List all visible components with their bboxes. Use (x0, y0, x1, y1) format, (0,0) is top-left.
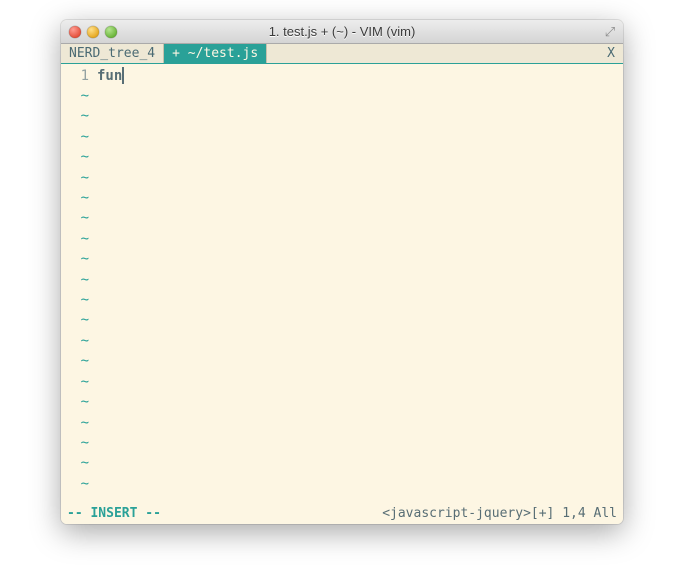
tilde-line: ~ (61, 147, 89, 167)
status-bar: -- INSERT -- <javascript-jquery>[+] 1,4 … (61, 504, 623, 524)
tilde-line: ~ (61, 453, 89, 473)
tilde-line: ~ (61, 188, 89, 208)
tab-nerdtree[interactable]: NERD_tree_4 (61, 44, 164, 63)
tilde-line: ~ (61, 351, 89, 371)
tilde-line: ~ (61, 310, 89, 330)
tilde-line: ~ (61, 127, 89, 147)
zoom-icon[interactable] (105, 26, 117, 38)
code-text: fun (97, 68, 122, 84)
tab-spacer (267, 44, 599, 63)
tab-close-button[interactable]: X (599, 44, 623, 63)
close-icon[interactable] (69, 26, 81, 38)
fullscreen-icon[interactable]: ⤢ (603, 25, 617, 39)
status-right: <javascript-jquery>[+] 1,4 All (382, 504, 617, 524)
minimize-icon[interactable] (87, 26, 99, 38)
tilde-line: ~ (61, 372, 89, 392)
tilde-line: ~ (61, 392, 89, 412)
editor-area[interactable]: 1 ~ ~ ~ ~ ~ ~ ~ ~ ~ ~ ~ ~ ~ ~ ~ ~ ~ ~ ~ … (61, 64, 623, 504)
tilde-line: ~ (61, 413, 89, 433)
editor-lines[interactable]: fun (95, 64, 623, 504)
tilde-line: ~ (61, 208, 89, 228)
tilde-line: ~ (61, 249, 89, 269)
tilde-line: ~ (61, 474, 89, 494)
tilde-line: ~ (61, 433, 89, 453)
cursor-icon (122, 67, 124, 84)
line-number: 1 (61, 66, 89, 86)
line-gutter: 1 ~ ~ ~ ~ ~ ~ ~ ~ ~ ~ ~ ~ ~ ~ ~ ~ ~ ~ ~ … (61, 64, 95, 504)
tab-testjs[interactable]: + ~/test.js (164, 44, 267, 63)
traffic-lights (69, 26, 117, 38)
tilde-line: ~ (61, 331, 89, 351)
window-title: 1. test.js + (~) - VIM (vim) (69, 24, 615, 39)
tilde-line: ~ (61, 270, 89, 290)
code-line-1[interactable]: fun (97, 66, 623, 86)
titlebar[interactable]: 1. test.js + (~) - VIM (vim) ⤢ (61, 20, 623, 44)
status-spacer (161, 504, 382, 524)
tilde-line: ~ (61, 229, 89, 249)
tilde-line: ~ (61, 86, 89, 106)
tilde-line: ~ (61, 106, 89, 126)
mode-indicator: -- INSERT -- (67, 504, 161, 524)
vim-window: 1. test.js + (~) - VIM (vim) ⤢ NERD_tree… (61, 20, 623, 524)
tilde-line: ~ (61, 290, 89, 310)
tab-bar: NERD_tree_4 + ~/test.js X (61, 44, 623, 64)
tilde-line: ~ (61, 168, 89, 188)
